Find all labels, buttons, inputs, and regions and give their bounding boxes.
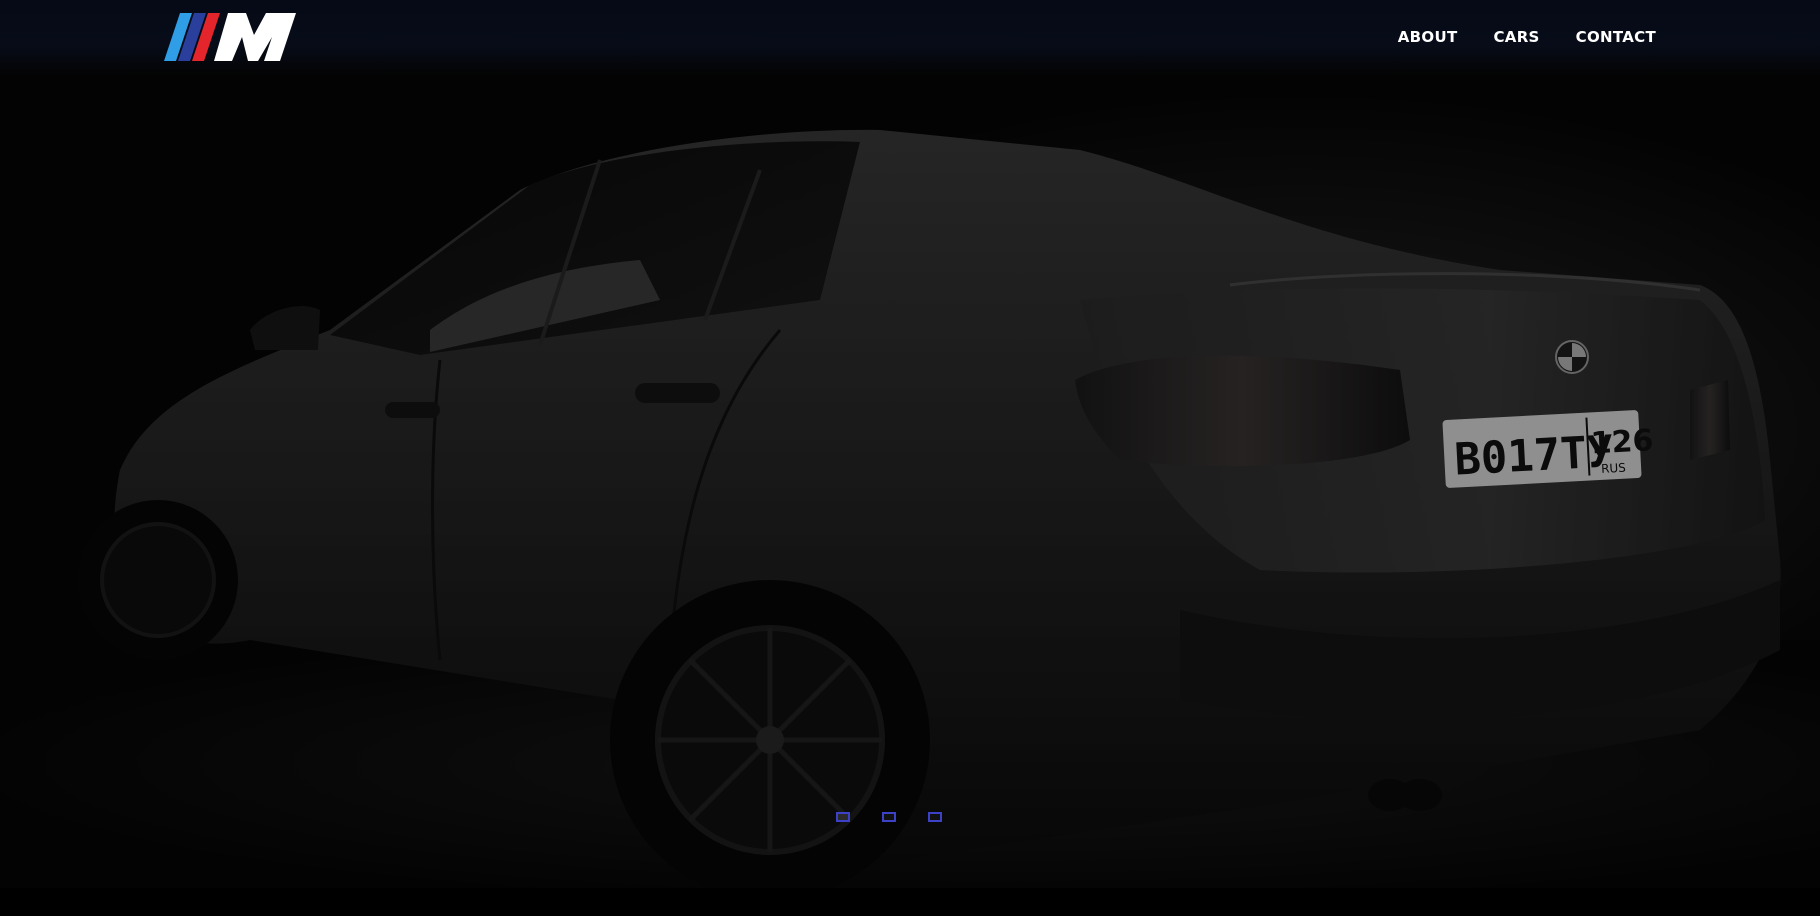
hero-slide: В017ТУ 126 RUS (0, 0, 1820, 888)
main-nav: ABOUT CARS CONTACT (1398, 28, 1656, 46)
carousel-indicators (836, 812, 942, 822)
site-header: ABOUT CARS CONTACT (0, 0, 1820, 76)
nav-link-contact[interactable]: CONTACT (1576, 28, 1656, 46)
m-stripes-logo[interactable] (162, 13, 296, 61)
carousel-dot-1[interactable] (836, 812, 850, 822)
nav-link-about[interactable]: ABOUT (1398, 28, 1458, 46)
carousel-dot-3[interactable] (928, 812, 942, 822)
logo-letter-m (214, 13, 296, 61)
footer-strip (0, 888, 1820, 916)
hero-car-image: В017ТУ 126 RUS (0, 0, 1820, 888)
nav-link-cars[interactable]: CARS (1493, 28, 1539, 46)
page: В017ТУ 126 RUS ABOUT CARS CONTACT (0, 0, 1820, 916)
carousel-dot-2[interactable] (882, 812, 896, 822)
